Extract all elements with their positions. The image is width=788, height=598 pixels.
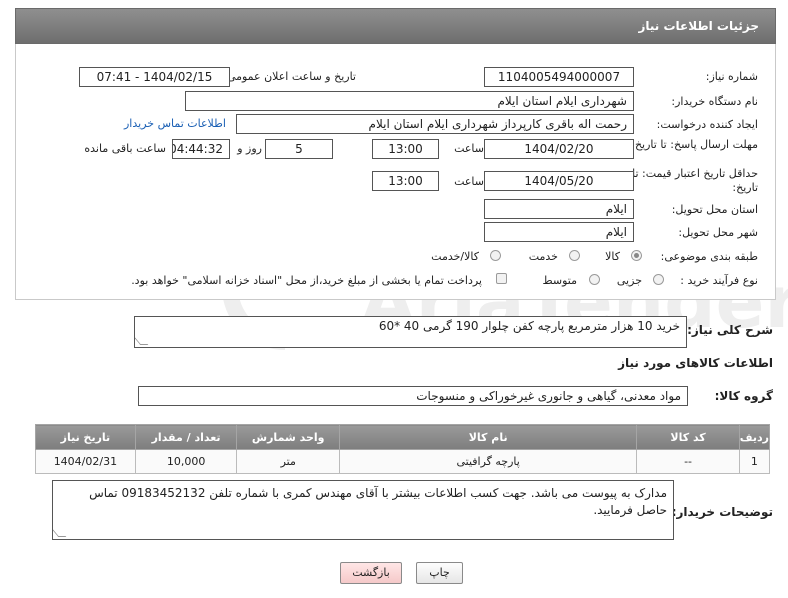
delivery-province-field: ایلام — [484, 199, 634, 219]
delivery-city-label: شهر محل تحویل: — [678, 226, 758, 239]
table-row: 1 -- پارچه گرافیتی متر 10,000 1404/02/31 — [35, 449, 771, 474]
creator-label: ایجاد کننده درخواست: — [656, 118, 758, 131]
category-both-text: کالا/خدمت — [431, 250, 479, 263]
process-partial-text: جزیی — [616, 274, 642, 287]
cell-goods-code: -- — [636, 449, 740, 474]
panel-title: جزئیات اطلاعات نیاز — [638, 19, 759, 33]
process-label: نوع فرآیند خرید : — [680, 274, 758, 287]
need-number-field: 1104005494000007 — [484, 67, 634, 87]
announce-field: 1404/02/15 - 07:41 — [79, 67, 230, 87]
print-button[interactable]: چاپ — [416, 562, 463, 584]
price-validity-label: حداقل تاریخ اعتبار قیمت: تا تاریخ: — [632, 167, 758, 194]
remaining-time-label: ساعت باقی مانده — [84, 142, 166, 155]
cell-unit: متر — [236, 449, 341, 474]
category-both-radio[interactable] — [490, 250, 501, 261]
col-need-date: تاریخ نیاز — [35, 424, 136, 450]
creator-field: رحمت اله باقری کارپرداز شهرداری ایلام اس… — [236, 114, 634, 134]
process-medium-text: متوسط — [542, 274, 577, 287]
description-text: خرید 10 هزار مترمربع پارچه کفن چلوار 190… — [378, 319, 680, 333]
reply-days-label: روز و — [237, 142, 262, 155]
announce-label: تاریخ و ساعت اعلان عمومی: — [223, 70, 356, 83]
buyer-notes-label: توضیحات خریدار: — [671, 505, 773, 519]
buyer-notes-textarea: مدارک به پیوست می باشد. جهت کسب اطلاعات … — [52, 480, 674, 540]
cell-quantity: 10,000 — [134, 449, 238, 474]
category-service-radio[interactable] — [569, 250, 580, 261]
reply-time-label: ساعت — [454, 142, 484, 155]
reply-date-field: 1404/02/20 — [484, 139, 634, 159]
reply-time-field: 13:00 — [372, 139, 439, 159]
description-label: شرح کلی نیاز: — [687, 323, 773, 337]
goods-group-label: گروه کالا: — [714, 389, 773, 403]
col-goods-code: کد کالا — [636, 424, 740, 450]
need-number-label: شماره نیاز: — [705, 70, 758, 83]
buyer-org-field: شهرداری ایلام استان ایلام — [185, 91, 634, 111]
process-medium-radio[interactable] — [589, 274, 600, 285]
category-label: طبقه بندی موضوعی: — [660, 250, 758, 263]
price-validity-date-field: 1404/05/20 — [484, 171, 634, 191]
category-goods-radio[interactable] — [631, 250, 642, 261]
reply-deadline-label: مهلت ارسال پاسخ: تا تاریخ: — [631, 138, 758, 151]
goods-section-title: اطلاعات کالاهای مورد نیاز — [618, 356, 773, 370]
process-partial-radio[interactable] — [653, 274, 664, 285]
col-goods-name: نام کالا — [339, 424, 638, 450]
treasury-payment-checkbox[interactable] — [496, 273, 507, 284]
goods-table-header: ردیف کد کالا نام کالا واحد شمارش تعداد /… — [35, 424, 771, 450]
panel-header: جزئیات اطلاعات نیاز — [15, 8, 776, 44]
remaining-time-field: 04:44:32 — [172, 139, 230, 159]
buyer-contact-link[interactable]: اطلاعات تماس خریدار — [124, 117, 226, 130]
category-service-text: خدمت — [528, 250, 558, 263]
cell-goods-name: پارچه گرافیتی — [339, 449, 638, 474]
col-quantity: تعداد / مقدار — [134, 424, 238, 450]
category-goods-text: کالا — [605, 250, 620, 263]
resize-grip-icon — [53, 529, 67, 537]
price-validity-time-field: 13:00 — [372, 171, 439, 191]
col-row-number: ردیف — [738, 424, 771, 450]
description-textarea: خرید 10 هزار مترمربع پارچه کفن چلوار 190… — [134, 316, 687, 348]
price-validity-time-label: ساعت — [454, 175, 484, 188]
cell-row-number: 1 — [738, 449, 771, 474]
goods-table: ردیف کد کالا نام کالا واحد شمارش تعداد /… — [35, 424, 771, 474]
buyer-notes-text: مدارک به پیوست می باشد. جهت کسب اطلاعات … — [89, 486, 667, 517]
buyer-org-label: نام دستگاه خریدار: — [671, 95, 758, 108]
delivery-city-field: ایلام — [484, 222, 634, 242]
back-button[interactable]: بازگشت — [340, 562, 402, 584]
col-unit: واحد شمارش — [236, 424, 341, 450]
cell-need-date: 1404/02/31 — [35, 449, 136, 474]
treasury-payment-note: پرداخت تمام یا بخشی از مبلغ خرید،از محل … — [131, 274, 482, 287]
resize-grip-icon — [135, 337, 149, 345]
reply-days-field: 5 — [265, 139, 333, 159]
delivery-province-label: استان محل تحویل: — [671, 203, 758, 216]
goods-group-field: مواد معدنی، گیاهی و جانوری غیرخوراکی و م… — [138, 386, 688, 406]
